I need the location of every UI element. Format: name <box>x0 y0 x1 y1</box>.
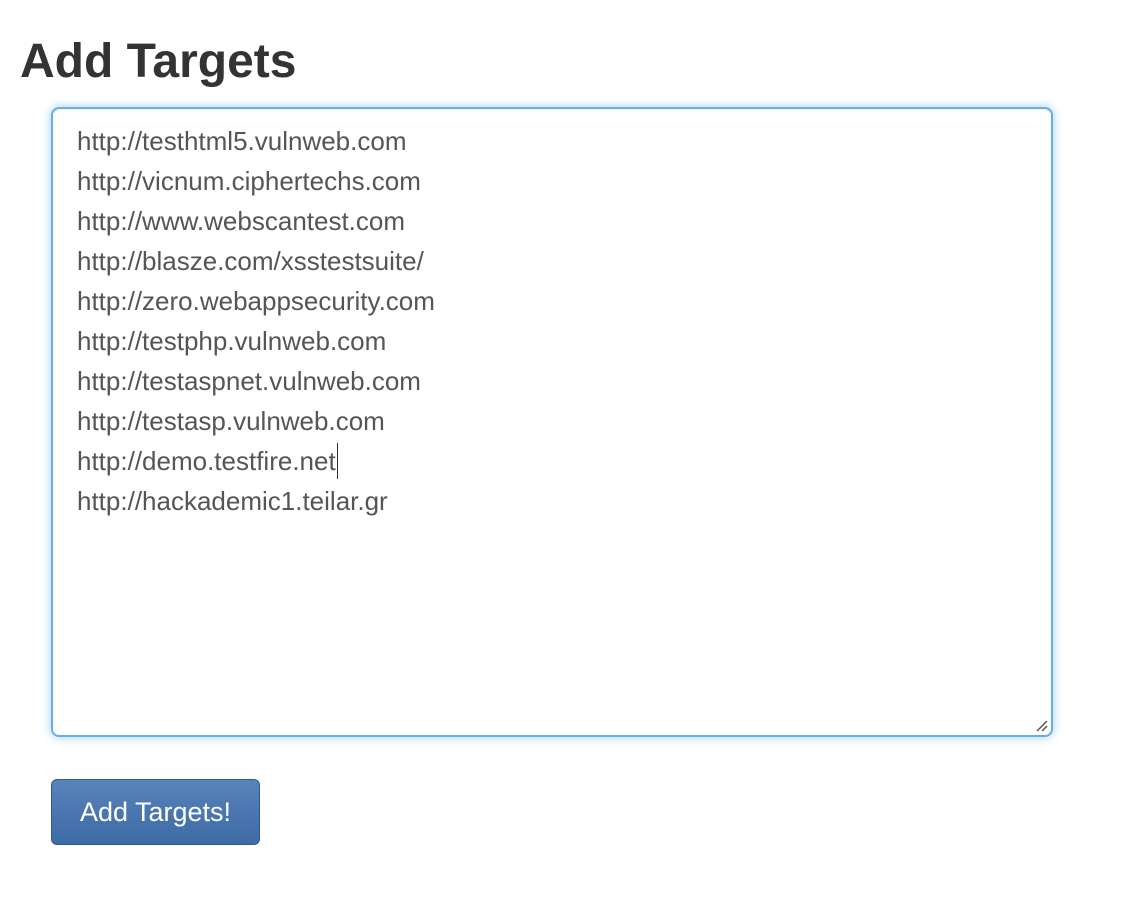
target-line: http://testasp.vulnweb.com <box>77 406 385 436</box>
text-caret <box>336 443 338 480</box>
target-line: http://testhtml5.vulnweb.com <box>77 126 407 156</box>
targets-textarea[interactable]: http://testhtml5.vulnweb.com http://vicn… <box>51 107 1053 737</box>
page-title: Add Targets <box>20 35 297 88</box>
target-line: http://blasze.com/xsstestsuite/ <box>77 246 424 276</box>
target-line: http://zero.webappsecurity.com <box>77 286 435 316</box>
target-line: http://demo.testfire.net <box>77 441 435 481</box>
add-targets-page: Add Targets http://testhtml5.vulnweb.com… <box>0 0 1134 914</box>
targets-list: http://testhtml5.vulnweb.com http://vicn… <box>77 121 435 521</box>
target-line: http://vicnum.ciphertechs.com <box>77 166 421 196</box>
target-line: http://www.webscantest.com <box>77 206 406 236</box>
target-line: http://testaspnet.vulnweb.com <box>77 366 421 396</box>
add-targets-button[interactable]: Add Targets! <box>51 779 260 845</box>
target-line: http://hackademic1.teilar.gr <box>77 486 388 517</box>
target-line: http://testphp.vulnweb.com <box>77 326 387 356</box>
resize-handle-icon[interactable] <box>1034 718 1048 732</box>
